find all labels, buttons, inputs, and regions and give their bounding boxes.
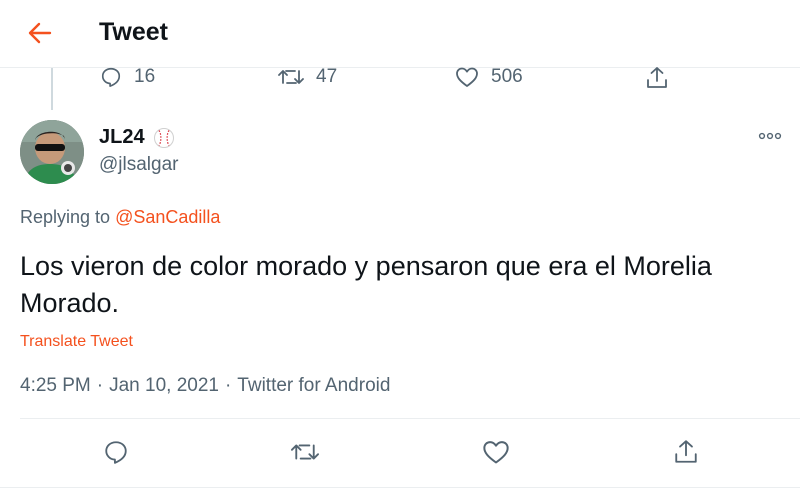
- share-icon: [647, 67, 667, 88]
- translate-tweet-link[interactable]: Translate Tweet: [20, 333, 133, 351]
- back-button[interactable]: [22, 18, 58, 48]
- tweet-action-bar: [0, 432, 800, 476]
- like-heart-icon: [483, 441, 509, 464]
- like-button[interactable]: [476, 432, 516, 472]
- tweet-text: Los vieron de color morado y pensaron qu…: [20, 251, 712, 318]
- retweet-icon: [278, 70, 304, 84]
- reply-button[interactable]: [96, 432, 136, 472]
- retweet-icon: [290, 444, 320, 460]
- arrow-left-icon: [28, 22, 52, 44]
- prev-share-button[interactable]: [646, 66, 668, 90]
- tweet-client[interactable]: Twitter for Android: [237, 375, 390, 397]
- tweet-meta: 4:25 PM · Jan 10, 2021 · Twitter for And…: [20, 375, 390, 397]
- prev-retweet-button[interactable]: 47: [278, 66, 337, 88]
- author-name-row[interactable]: JL24: [99, 126, 175, 149]
- tweet-date[interactable]: Jan 10, 2021: [109, 375, 219, 397]
- replying-to-line: Replying to @SanCadilla: [20, 207, 220, 228]
- prev-reply-button[interactable]: 16: [100, 66, 155, 88]
- retweet-button[interactable]: [285, 432, 325, 472]
- baseball-emoji-icon: [153, 127, 174, 148]
- share-icon: [675, 440, 697, 463]
- divider: [20, 418, 800, 419]
- prev-reply-count: 16: [134, 66, 156, 87]
- author-display-name: JL24: [99, 126, 145, 148]
- divider: [0, 487, 800, 488]
- replying-to-mention[interactable]: @SanCadilla: [115, 207, 220, 227]
- replying-to-prefix: Replying to: [20, 207, 111, 227]
- avatar[interactable]: [20, 120, 84, 184]
- more-horizontal-icon: [758, 132, 782, 140]
- author-handle[interactable]: @jlsalgar: [99, 154, 178, 176]
- prev-retweet-count: 47: [316, 66, 338, 87]
- prev-like-count: 506: [491, 66, 523, 87]
- more-options-button[interactable]: [752, 124, 788, 148]
- reply-icon: [101, 67, 121, 87]
- meta-separator: ·: [224, 375, 232, 396]
- previous-tweet-actions: 16 47 506: [0, 64, 800, 94]
- avatar-photo: [20, 120, 84, 184]
- page-title: Tweet: [99, 18, 168, 46]
- reply-icon: [105, 441, 127, 464]
- header-bar: Tweet: [0, 0, 800, 68]
- like-heart-icon: [456, 67, 478, 87]
- meta-separator: ·: [96, 375, 104, 396]
- tweet-time[interactable]: 4:25 PM: [20, 375, 91, 397]
- share-button[interactable]: [666, 432, 706, 472]
- prev-like-button[interactable]: 506: [455, 66, 523, 88]
